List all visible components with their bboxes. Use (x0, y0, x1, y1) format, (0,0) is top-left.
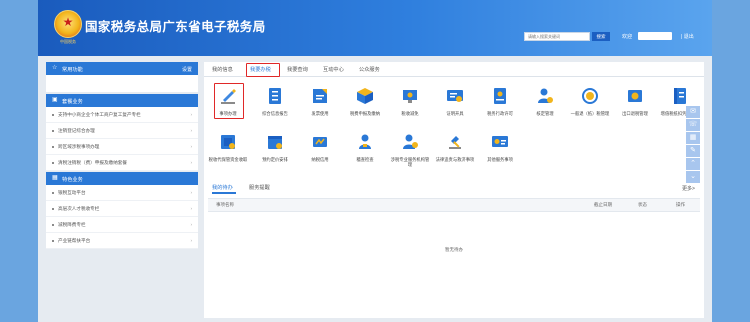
service-item-legal[interactable]: 法律追责与救济事项 (435, 132, 475, 162)
chat-icon[interactable]: ✉ (686, 106, 700, 118)
chevron-right-icon: › (190, 112, 192, 117)
sidebar-item[interactable]: 高层次人才税收专栏 › (46, 201, 198, 217)
col-action: 操作 (676, 202, 685, 207)
chevron-right-icon: › (190, 222, 192, 227)
tab-service-reminder[interactable]: 服务提醒 (249, 184, 270, 191)
other-services-icon (492, 136, 508, 147)
collapse-icon[interactable]: ⌄ (686, 171, 700, 183)
sidebar-item[interactable]: 支持中小商企业个体工商户复工复产专栏 › (46, 107, 198, 123)
service-item-export-refund[interactable]: 出口退税管理 (615, 86, 655, 116)
box-icon (357, 88, 373, 104)
special-services-panel: ▦ 特色业务 银税互动平台 › 高层次人才税收专栏 › 减税降费专栏 › 产业链帮扶平… (46, 172, 198, 249)
invoice-icon (313, 89, 327, 103)
service-item-agency[interactable]: 涉税专业服务机构管理 (390, 132, 430, 167)
sidebar-item[interactable]: 减税降费专栏 › (46, 217, 198, 233)
sidebar-item[interactable]: 清税注销税（费）申报及缴纳套餐 › (46, 155, 198, 171)
site-header: ★ 中国税务 国家税务总局广东省电子税务局 搜索 欢迎 | 退出 (38, 0, 712, 56)
phone-icon[interactable]: ☏ (686, 119, 700, 131)
certificate-icon (447, 90, 463, 102)
more-link[interactable]: 更多> (682, 185, 695, 192)
gavel-icon (449, 136, 461, 149)
emblem-caption: 中国税务 (60, 39, 76, 44)
ledger-icon (674, 88, 686, 104)
tab-my-info[interactable]: 我的信息 (212, 66, 233, 73)
qrcode-icon[interactable]: ▦ (686, 132, 700, 144)
calendar-icon (268, 136, 282, 149)
common-functions-header[interactable]: ☆ 常用功能 设置 (46, 62, 198, 75)
welcome-text: 欢迎 (622, 34, 633, 40)
service-item-fund-custody[interactable]: 税收代保管资金收取 (208, 132, 248, 162)
monitor-icon (403, 90, 417, 103)
user-check-icon (538, 88, 553, 103)
inspector-icon (359, 134, 371, 149)
feedback-icon[interactable]: ✎ (686, 145, 700, 157)
service-item-info-report[interactable]: 综合信息报告 (255, 86, 295, 116)
star-icon: ☆ (52, 65, 58, 71)
col-matter-name: 事项名称 (216, 202, 234, 207)
service-item-certificate[interactable]: 证明开具 (435, 86, 475, 116)
tab-highlight-box (246, 63, 280, 77)
chevron-right-icon: › (190, 206, 192, 211)
user-name-box (638, 32, 672, 40)
todo-table-header: 事项名称 截止日期 状态 操作 (208, 198, 700, 212)
tab-interaction[interactable]: 互动中心 (323, 66, 344, 73)
service-item-pricing[interactable]: 预约定价安排 (255, 132, 295, 162)
credit-icon (313, 137, 327, 147)
chevron-right-icon: › (190, 128, 192, 133)
export-icon (628, 90, 642, 102)
service-item-invoice[interactable]: 发票使用 (300, 86, 340, 116)
chevron-right-icon: › (190, 160, 192, 165)
sidebar-item[interactable]: 产业链帮扶平台 › (46, 233, 198, 249)
service-item-tax-relief[interactable]: 税收减免 (390, 86, 430, 116)
sidebar-item[interactable]: 银税互动平台 › (46, 185, 198, 201)
grid-icon: ▦ (52, 175, 58, 181)
tab-my-todo[interactable]: 我的待办 (212, 184, 233, 191)
document-icon (269, 88, 281, 104)
service-item-assessment[interactable]: 核定管理 (525, 86, 565, 116)
top-icon[interactable]: ⌃ (686, 158, 700, 170)
chevron-right-icon: › (190, 238, 192, 243)
agency-icon (403, 134, 418, 149)
chevron-right-icon: › (190, 144, 192, 149)
main-content: 我的信息 我要办税 我要查询 互动中心 公众服务 事项办理 综合信息报告 发票使… (204, 62, 704, 318)
package-icon: ▣ (52, 97, 58, 103)
service-item-credit[interactable]: 纳税信用 (300, 132, 340, 162)
sidebar-item[interactable]: 跨区域涉税事项办理 › (46, 139, 198, 155)
safe-icon (221, 135, 235, 149)
site-title: 国家税务总局广东省电子税务局 (85, 20, 266, 34)
service-item-refund[interactable]: 一般退（抵）税管理 (570, 86, 610, 116)
active-tab-underline (212, 192, 236, 194)
search-input[interactable] (524, 32, 590, 41)
tax-emblem-icon: ★ (54, 10, 82, 38)
package-services-header[interactable]: ▣ 套餐业务 (46, 94, 198, 107)
logout-link[interactable]: | 退出 (681, 33, 694, 40)
tab-public-service[interactable]: 公众服务 (359, 66, 380, 73)
sidebar-item[interactable]: 注销登记综合办理 › (46, 123, 198, 139)
sidebar: ☆ 常用功能 设置 ▣ 套餐业务 支持中小商企业个体工商户复工复产专栏 › 注销登… (46, 62, 198, 318)
tab-query[interactable]: 我要查询 (287, 66, 308, 73)
service-item-admin-license[interactable]: 税务行政许可 (480, 86, 520, 116)
search-button[interactable]: 搜索 (592, 32, 610, 41)
app-frame: ★ 中国税务 国家税务总局广东省电子税务局 搜索 欢迎 | 退出 ☆ 常用功能 … (38, 0, 712, 322)
special-services-header[interactable]: ▦ 特色业务 (46, 172, 198, 185)
empty-state-text: 暂无待办 (445, 247, 463, 252)
package-services-panel: ▣ 套餐业务 支持中小商企业个体工商户复工复产专栏 › 注销登记综合办理 › 跨区域… (46, 94, 198, 171)
common-functions-panel: ☆ 常用功能 设置 (46, 62, 198, 92)
service-item-declaration[interactable]: 税费申报及缴纳 (345, 86, 385, 116)
refund-icon (582, 88, 598, 104)
id-card-icon (494, 88, 506, 104)
settings-link[interactable]: 设置 (182, 66, 192, 73)
chevron-right-icon: › (190, 190, 192, 195)
service-item-other[interactable]: 其他服务事项 (480, 132, 520, 162)
col-deadline: 截止日期 (594, 202, 612, 207)
col-status: 状态 (638, 202, 647, 207)
floating-toolbar: ✉ ☏ ▦ ✎ ⌃ ⌄ (686, 106, 700, 184)
service-item-inspection[interactable]: 稽查检查 (345, 132, 385, 162)
item-highlight-box (214, 83, 244, 119)
